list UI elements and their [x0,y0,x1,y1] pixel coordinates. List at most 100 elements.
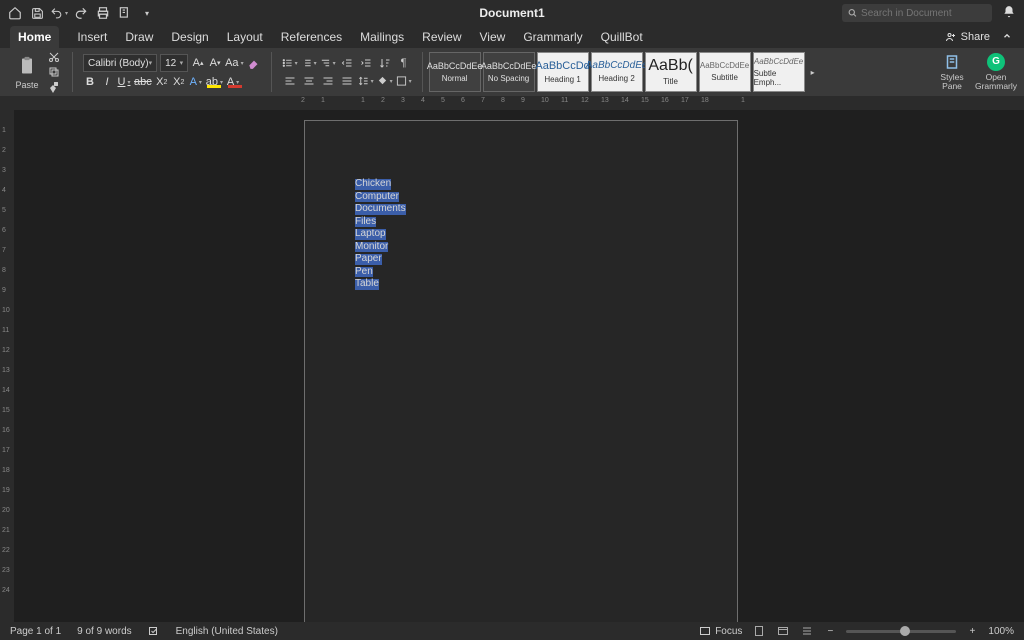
style-heading-1[interactable]: AaBbCcDdHeading 1 [537,52,589,92]
share-button[interactable]: Share [945,26,1014,48]
focus-mode-button[interactable]: Focus [699,625,742,637]
tab-design[interactable]: Design [171,26,208,48]
paintbrush-icon [48,81,60,93]
copy-button[interactable] [46,65,62,78]
save-icon[interactable] [28,4,46,22]
align-right-button[interactable] [320,73,336,89]
clear-formatting-button[interactable] [247,55,261,71]
italic-button[interactable]: I [100,74,114,90]
cut-button[interactable] [46,50,62,63]
sort-button[interactable] [377,55,393,71]
text-line[interactable]: Paper [355,254,382,265]
subscript-button[interactable]: X2 [155,74,169,90]
search-box[interactable] [842,4,992,22]
language-indicator[interactable]: English (United States) [176,626,278,637]
line-spacing-button[interactable]: ▾ [358,73,374,89]
bold-button[interactable]: B [83,74,97,90]
paste-label: Paste [15,80,38,90]
tab-view[interactable]: View [480,26,506,48]
text-line[interactable]: Chicken [355,179,391,190]
multilevel-list-button[interactable]: ▾ [320,55,336,71]
search-input[interactable] [861,8,986,19]
align-center-button[interactable] [301,73,317,89]
tab-draw[interactable]: Draw [125,26,153,48]
zoom-out-button[interactable]: − [824,626,836,637]
borders-button[interactable]: ▾ [396,73,412,89]
zoom-in-button[interactable]: + [966,626,978,637]
outline-view-button[interactable] [800,624,814,638]
web-layout-view-button[interactable] [776,624,790,638]
tab-home[interactable]: Home [10,26,59,48]
format-painter-button[interactable] [46,81,62,94]
print-layout-view-button[interactable] [752,624,766,638]
vertical-ruler[interactable]: 123456789101112131415161718192021222324 [0,110,14,622]
redo-icon[interactable] [72,4,90,22]
change-case-button[interactable]: Aa▾ [225,55,243,71]
bullets-button[interactable]: ▾ [282,55,298,71]
notifications-icon[interactable] [1002,5,1018,21]
undo-icon[interactable]: ▾ [50,4,68,22]
styles-pane-button[interactable]: Styles Pane [930,48,974,96]
text-line[interactable]: Table [355,279,379,290]
highlight-button[interactable]: ab▾ [206,74,223,90]
grammarly-icon: G [987,53,1005,71]
styles-more-button[interactable]: ▸ [807,68,819,77]
tab-mailings[interactable]: Mailings [360,26,404,48]
focus-icon [699,625,711,637]
text-line[interactable]: Monitor [355,242,388,253]
decrease-indent-button[interactable] [339,55,355,71]
style-subtitle[interactable]: AaBbCcDdEeSubtitle [699,52,751,92]
text-line[interactable]: Pen [355,267,373,278]
styles-pane-icon [943,53,961,71]
home-icon[interactable] [6,4,24,22]
tab-insert[interactable]: Insert [77,26,107,48]
tab-references[interactable]: References [281,26,342,48]
tab-grammarly[interactable]: Grammarly [523,26,582,48]
shading-button[interactable]: ▾ [377,73,393,89]
shrink-font-button[interactable]: A▾ [208,55,222,71]
page[interactable]: Chicken ComputerDocuments FilesLaptop Monit… [304,120,738,622]
underline-button[interactable]: U▾ [117,74,131,90]
style-heading-2[interactable]: AaBbCcDdEeHeading 2 [591,52,643,92]
grow-font-button[interactable]: A▴ [191,55,205,71]
text-line[interactable]: Laptop [355,229,386,240]
tab-review[interactable]: Review [422,26,461,48]
word-count[interactable]: 9 of 9 words [77,626,131,637]
share-icon [945,31,957,43]
superscript-button[interactable]: X2 [172,74,186,90]
show-marks-button[interactable]: ¶ [396,55,412,71]
style-no-spacing[interactable]: AaBbCcDdEeNo Spacing [483,52,535,92]
page-content[interactable]: Chicken ComputerDocuments FilesLaptop Monit… [355,177,687,290]
zoom-level[interactable]: 100% [988,626,1014,637]
horizontal-ruler[interactable]: 211234567891011121314151617181 [14,96,1024,110]
font-size-select[interactable]: 12▾ [160,54,188,72]
font-name-select[interactable]: Calibri (Body)▾ [83,54,157,72]
template-icon[interactable] [116,4,134,22]
tab-layout[interactable]: Layout [227,26,263,48]
style-subtle-emphasis[interactable]: AaBbCcDdEeSubtle Emph... [753,52,805,92]
style-title[interactable]: AaBb(Title [645,52,697,92]
increase-indent-button[interactable] [358,55,374,71]
search-icon [848,8,857,18]
align-left-button[interactable] [282,73,298,89]
strikethrough-button[interactable]: abc [134,74,152,90]
text-line[interactable]: Files [355,217,376,228]
text-effects-button[interactable]: A▾ [189,74,203,90]
text-line[interactable]: Computer [355,192,399,203]
justify-button[interactable] [339,73,355,89]
print-icon[interactable] [94,4,112,22]
tab-quillbot[interactable]: QuillBot [601,26,643,48]
page-indicator[interactable]: Page 1 of 1 [10,626,61,637]
zoom-slider[interactable] [846,630,956,633]
font-color-button[interactable]: A▾ [226,74,240,90]
qat-more-icon[interactable]: ▾ [138,4,156,22]
text-line[interactable]: Documents [355,204,406,215]
paste-button[interactable]: Paste [10,50,44,94]
collapse-ribbon-icon[interactable] [1002,31,1014,43]
ribbon-tabs: Home Insert Draw Design Layout Reference… [0,26,1024,48]
style-normal[interactable]: AaBbCcDdEeNormal [429,52,481,92]
document-canvas[interactable]: Chicken ComputerDocuments FilesLaptop Monit… [14,110,1024,622]
spellcheck-icon[interactable] [148,625,160,637]
numbering-button[interactable]: ▾ [301,55,317,71]
open-grammarly-button[interactable]: G Open Grammarly [974,48,1018,96]
